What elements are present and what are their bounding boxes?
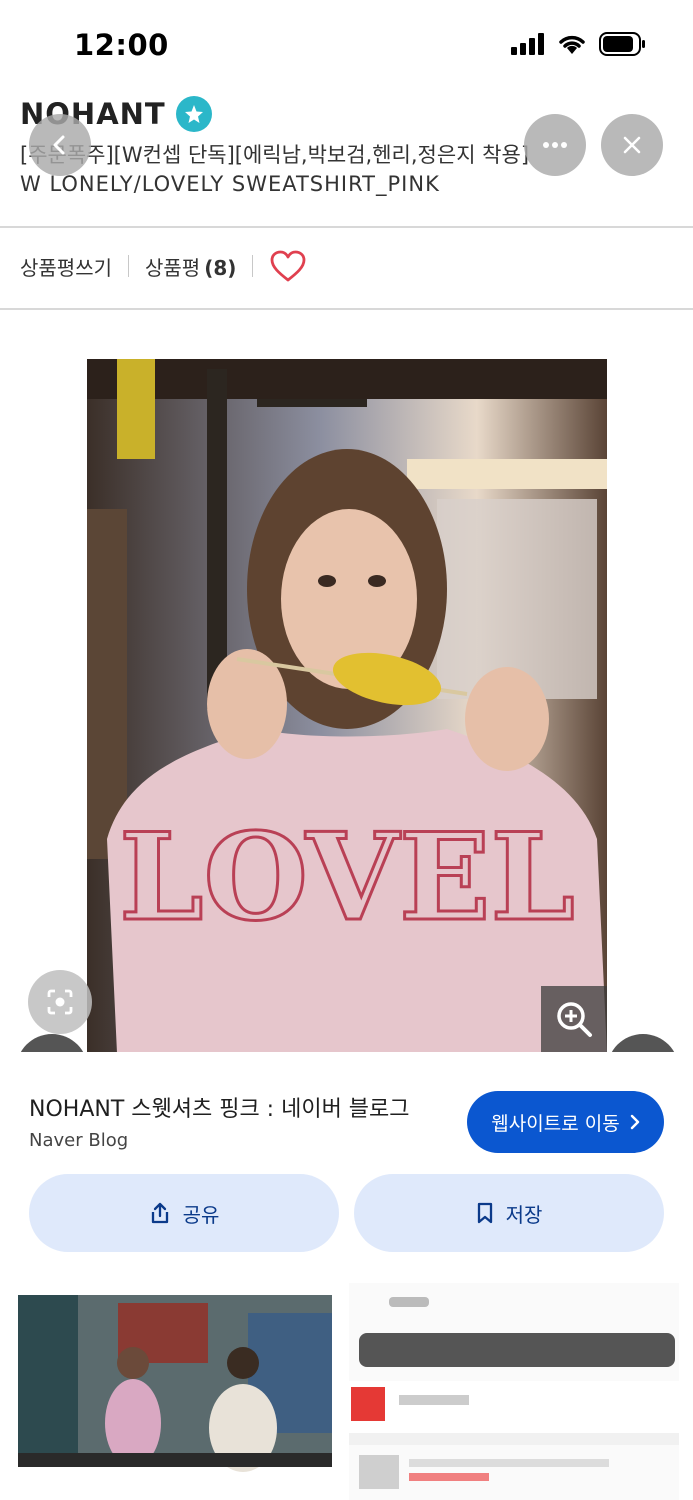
separator — [128, 255, 129, 277]
result-title[interactable]: NOHANT 스웻셔츠 핑크 : 네이버 블로그 — [29, 1091, 410, 1123]
review-row: 상품평쓰기 상품평 (8) — [20, 246, 307, 286]
wifi-icon — [559, 35, 585, 54]
more-icon — [543, 142, 567, 148]
related-thumbnail-image — [18, 1283, 332, 1478]
write-review-link[interactable]: 상품평쓰기 — [20, 252, 112, 281]
share-icon — [151, 1202, 168, 1224]
visit-website-button[interactable]: 웹사이트로 이동 — [467, 1091, 664, 1153]
reviews-count: (8) — [204, 255, 237, 280]
back-button[interactable] — [29, 114, 91, 176]
more-button[interactable] — [524, 114, 586, 176]
svg-text:LOVEL: LOVEL — [119, 807, 575, 948]
close-icon — [623, 136, 641, 154]
heart-icon[interactable] — [269, 249, 307, 283]
bookmark-icon — [477, 1202, 492, 1224]
product-photo[interactable]: LOVEL — [87, 359, 607, 1053]
lens-button[interactable] — [28, 970, 92, 1034]
visit-website-label: 웹사이트로 이동 — [491, 1112, 620, 1135]
product-photo-illustration: LOVEL — [87, 359, 607, 1053]
divider — [0, 308, 693, 310]
share-button[interactable]: 공유 — [29, 1174, 339, 1252]
result-source: Naver Blog — [29, 1130, 129, 1151]
status-bar: 12:00 — [0, 0, 693, 92]
battery-icon — [599, 32, 645, 56]
related-thumbnail[interactable] — [18, 1283, 332, 1478]
zoom-button[interactable] — [541, 986, 607, 1052]
save-label: 저장 — [505, 1202, 543, 1227]
related-thumbnail-image — [349, 1283, 679, 1500]
divider — [0, 226, 693, 228]
status-icons — [511, 32, 647, 56]
share-label: 공유 — [182, 1202, 220, 1227]
signal-icon — [511, 33, 544, 55]
zoom-icon — [557, 1002, 592, 1037]
save-button[interactable]: 저장 — [354, 1174, 664, 1252]
separator — [252, 255, 254, 277]
reviews-link[interactable]: 상품평 (8) — [145, 252, 236, 281]
verified-badge-icon — [175, 96, 212, 132]
close-button[interactable] — [601, 114, 663, 176]
related-thumbnail[interactable] — [349, 1283, 679, 1500]
reviews-label: 상품평 — [145, 255, 201, 280]
status-time: 12:00 — [74, 28, 169, 62]
back-icon — [53, 135, 65, 155]
chevron-right-icon — [630, 1114, 639, 1130]
lens-icon — [47, 989, 73, 1015]
